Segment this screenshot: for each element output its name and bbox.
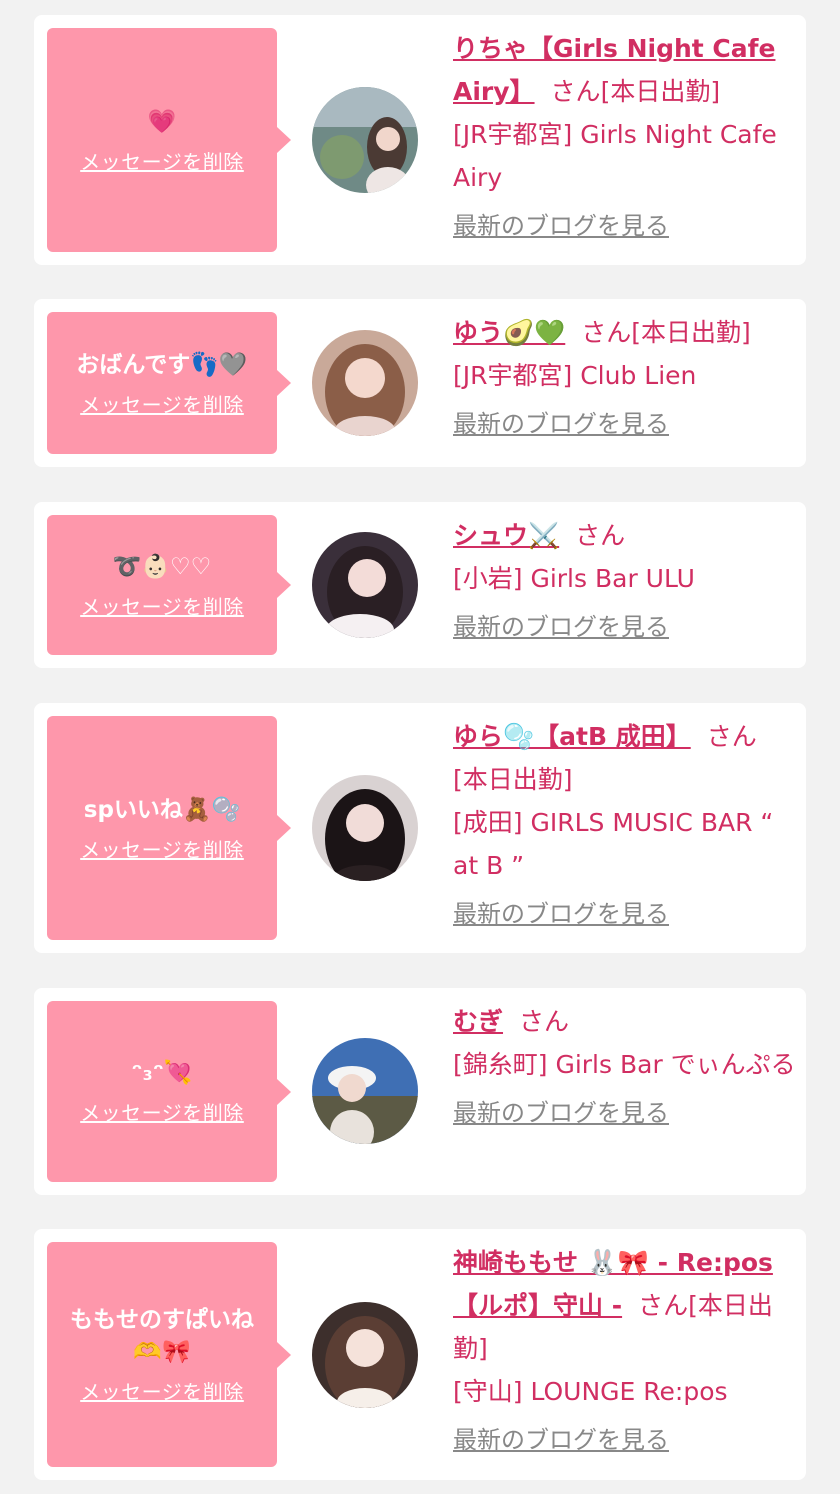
delete-message-link[interactable]: メッセージを削除 <box>80 834 244 863</box>
message-text: spいいね🧸🫧 <box>83 796 241 823</box>
cast-name-link[interactable]: シュウ⚔️ <box>453 521 559 550</box>
cast-name-link[interactable]: ゆら🫧【atB 成田】 <box>453 722 691 751</box>
message-text: ももせのすぱいね🫶🎀 <box>70 1307 254 1365</box>
status-badge: [本日出勤] <box>631 318 751 347</box>
shop-name: [JR宇都宮] Girls Night Cafe Airy <box>453 120 777 192</box>
message-text: おばんです👣🩶 <box>76 351 248 378</box>
delete-message-link[interactable]: メッセージを削除 <box>80 1376 244 1405</box>
avatar[interactable] <box>312 330 418 436</box>
shop-name: [錦糸町] Girls Bar でぃんぷる <box>453 1050 796 1079</box>
message-bubble: ᵔ₃ᵔ💘 メッセージを削除 <box>47 1001 277 1182</box>
list-item: 💗 メッセージを削除 りちゃ【Girls Night Cafe Airy】 さん[… <box>34 15 806 265</box>
avatar[interactable] <box>312 1302 418 1408</box>
delete-message-link[interactable]: メッセージを削除 <box>80 1097 244 1126</box>
message-bubble: spいいね🧸🫧 メッセージを削除 <box>47 716 277 940</box>
honorific: さん <box>581 318 632 347</box>
status-badge: [本日出勤] <box>453 765 573 794</box>
latest-blog-link[interactable]: 最新のブログを見る <box>453 403 669 446</box>
honorific: さん <box>519 1007 570 1036</box>
list-item: おばんです👣🩶 メッセージを削除 ゆう🥑💚 さん[本日出勤] [JR宇都宮] Cl… <box>34 299 806 467</box>
list-item: ➰👶🏻♡♡ メッセージを削除 シュウ⚔️ さん [小岩] Girls Bar UL… <box>34 502 806 668</box>
cast-info: シュウ⚔️ さん [小岩] Girls Bar ULU 最新のブログを見る <box>453 514 798 649</box>
honorific: さん <box>706 722 757 751</box>
message-bubble: おばんです👣🩶 メッセージを削除 <box>47 312 277 454</box>
cast-info: むぎ さん [錦糸町] Girls Bar でぃんぷる 最新のブログを見る <box>453 1000 798 1135</box>
message-bubble: ももせのすぱいね🫶🎀 メッセージを削除 <box>47 1242 277 1467</box>
message-text: ➰👶🏻♡♡ <box>112 553 212 580</box>
honorific: さん <box>575 521 626 550</box>
delete-message-link[interactable]: メッセージを削除 <box>80 389 244 418</box>
message-bubble: 💗 メッセージを削除 <box>47 28 277 252</box>
delete-message-link[interactable]: メッセージを削除 <box>80 591 244 620</box>
list-item: spいいね🧸🫧 メッセージを削除 ゆら🫧【atB 成田】 さん [本日出勤] [成… <box>34 703 806 953</box>
list-item: ᵔ₃ᵔ💘 メッセージを削除 むぎ さん [錦糸町] Girls Bar でぃんぷる… <box>34 988 806 1195</box>
status-badge: [本日出勤] <box>600 77 721 106</box>
avatar[interactable] <box>312 1038 418 1144</box>
shop-name: [守山] LOUNGE Re:pos <box>453 1377 728 1406</box>
avatar[interactable] <box>312 87 418 193</box>
latest-blog-link[interactable]: 最新のブログを見る <box>453 205 669 248</box>
cast-name-link[interactable]: ゆう🥑💚 <box>453 318 565 347</box>
avatar[interactable] <box>312 532 418 638</box>
shop-name: [小岩] Girls Bar ULU <box>453 564 695 593</box>
shop-name: [成田] GIRLS MUSIC BAR “ at B ” <box>453 808 774 880</box>
shop-name: [JR宇都宮] Club Lien <box>453 361 697 390</box>
list-item: ももせのすぱいね🫶🎀 メッセージを削除 神崎ももせ 🐰🎀 - Re:pos【ルポ… <box>34 1229 806 1480</box>
cast-info: ゆら🫧【atB 成田】 さん [本日出勤] [成田] GIRLS MUSIC BA… <box>453 715 798 936</box>
cast-info: 神崎ももせ 🐰🎀 - Re:pos【ルポ】守山 - さん[本日出勤] [守山] L… <box>453 1241 798 1462</box>
cast-name-link[interactable]: むぎ <box>453 1007 503 1036</box>
honorific: さん <box>638 1291 689 1320</box>
latest-blog-link[interactable]: 最新のブログを見る <box>453 1419 669 1462</box>
latest-blog-link[interactable]: 最新のブログを見る <box>453 1092 669 1135</box>
latest-blog-link[interactable]: 最新のブログを見る <box>453 606 669 649</box>
delete-message-link[interactable]: メッセージを削除 <box>80 146 244 175</box>
cast-info: りちゃ【Girls Night Cafe Airy】 さん[本日出勤] [JR宇都… <box>453 27 798 248</box>
message-text: ᵔ₃ᵔ💘 <box>131 1060 193 1086</box>
honorific: さん <box>550 77 601 106</box>
message-text: 💗 <box>147 108 177 135</box>
message-bubble: ➰👶🏻♡♡ メッセージを削除 <box>47 515 277 655</box>
cast-info: ゆう🥑💚 さん[本日出勤] [JR宇都宮] Club Lien 最新のブログを見る <box>453 311 798 446</box>
avatar[interactable] <box>312 775 418 881</box>
latest-blog-link[interactable]: 最新のブログを見る <box>453 893 669 936</box>
